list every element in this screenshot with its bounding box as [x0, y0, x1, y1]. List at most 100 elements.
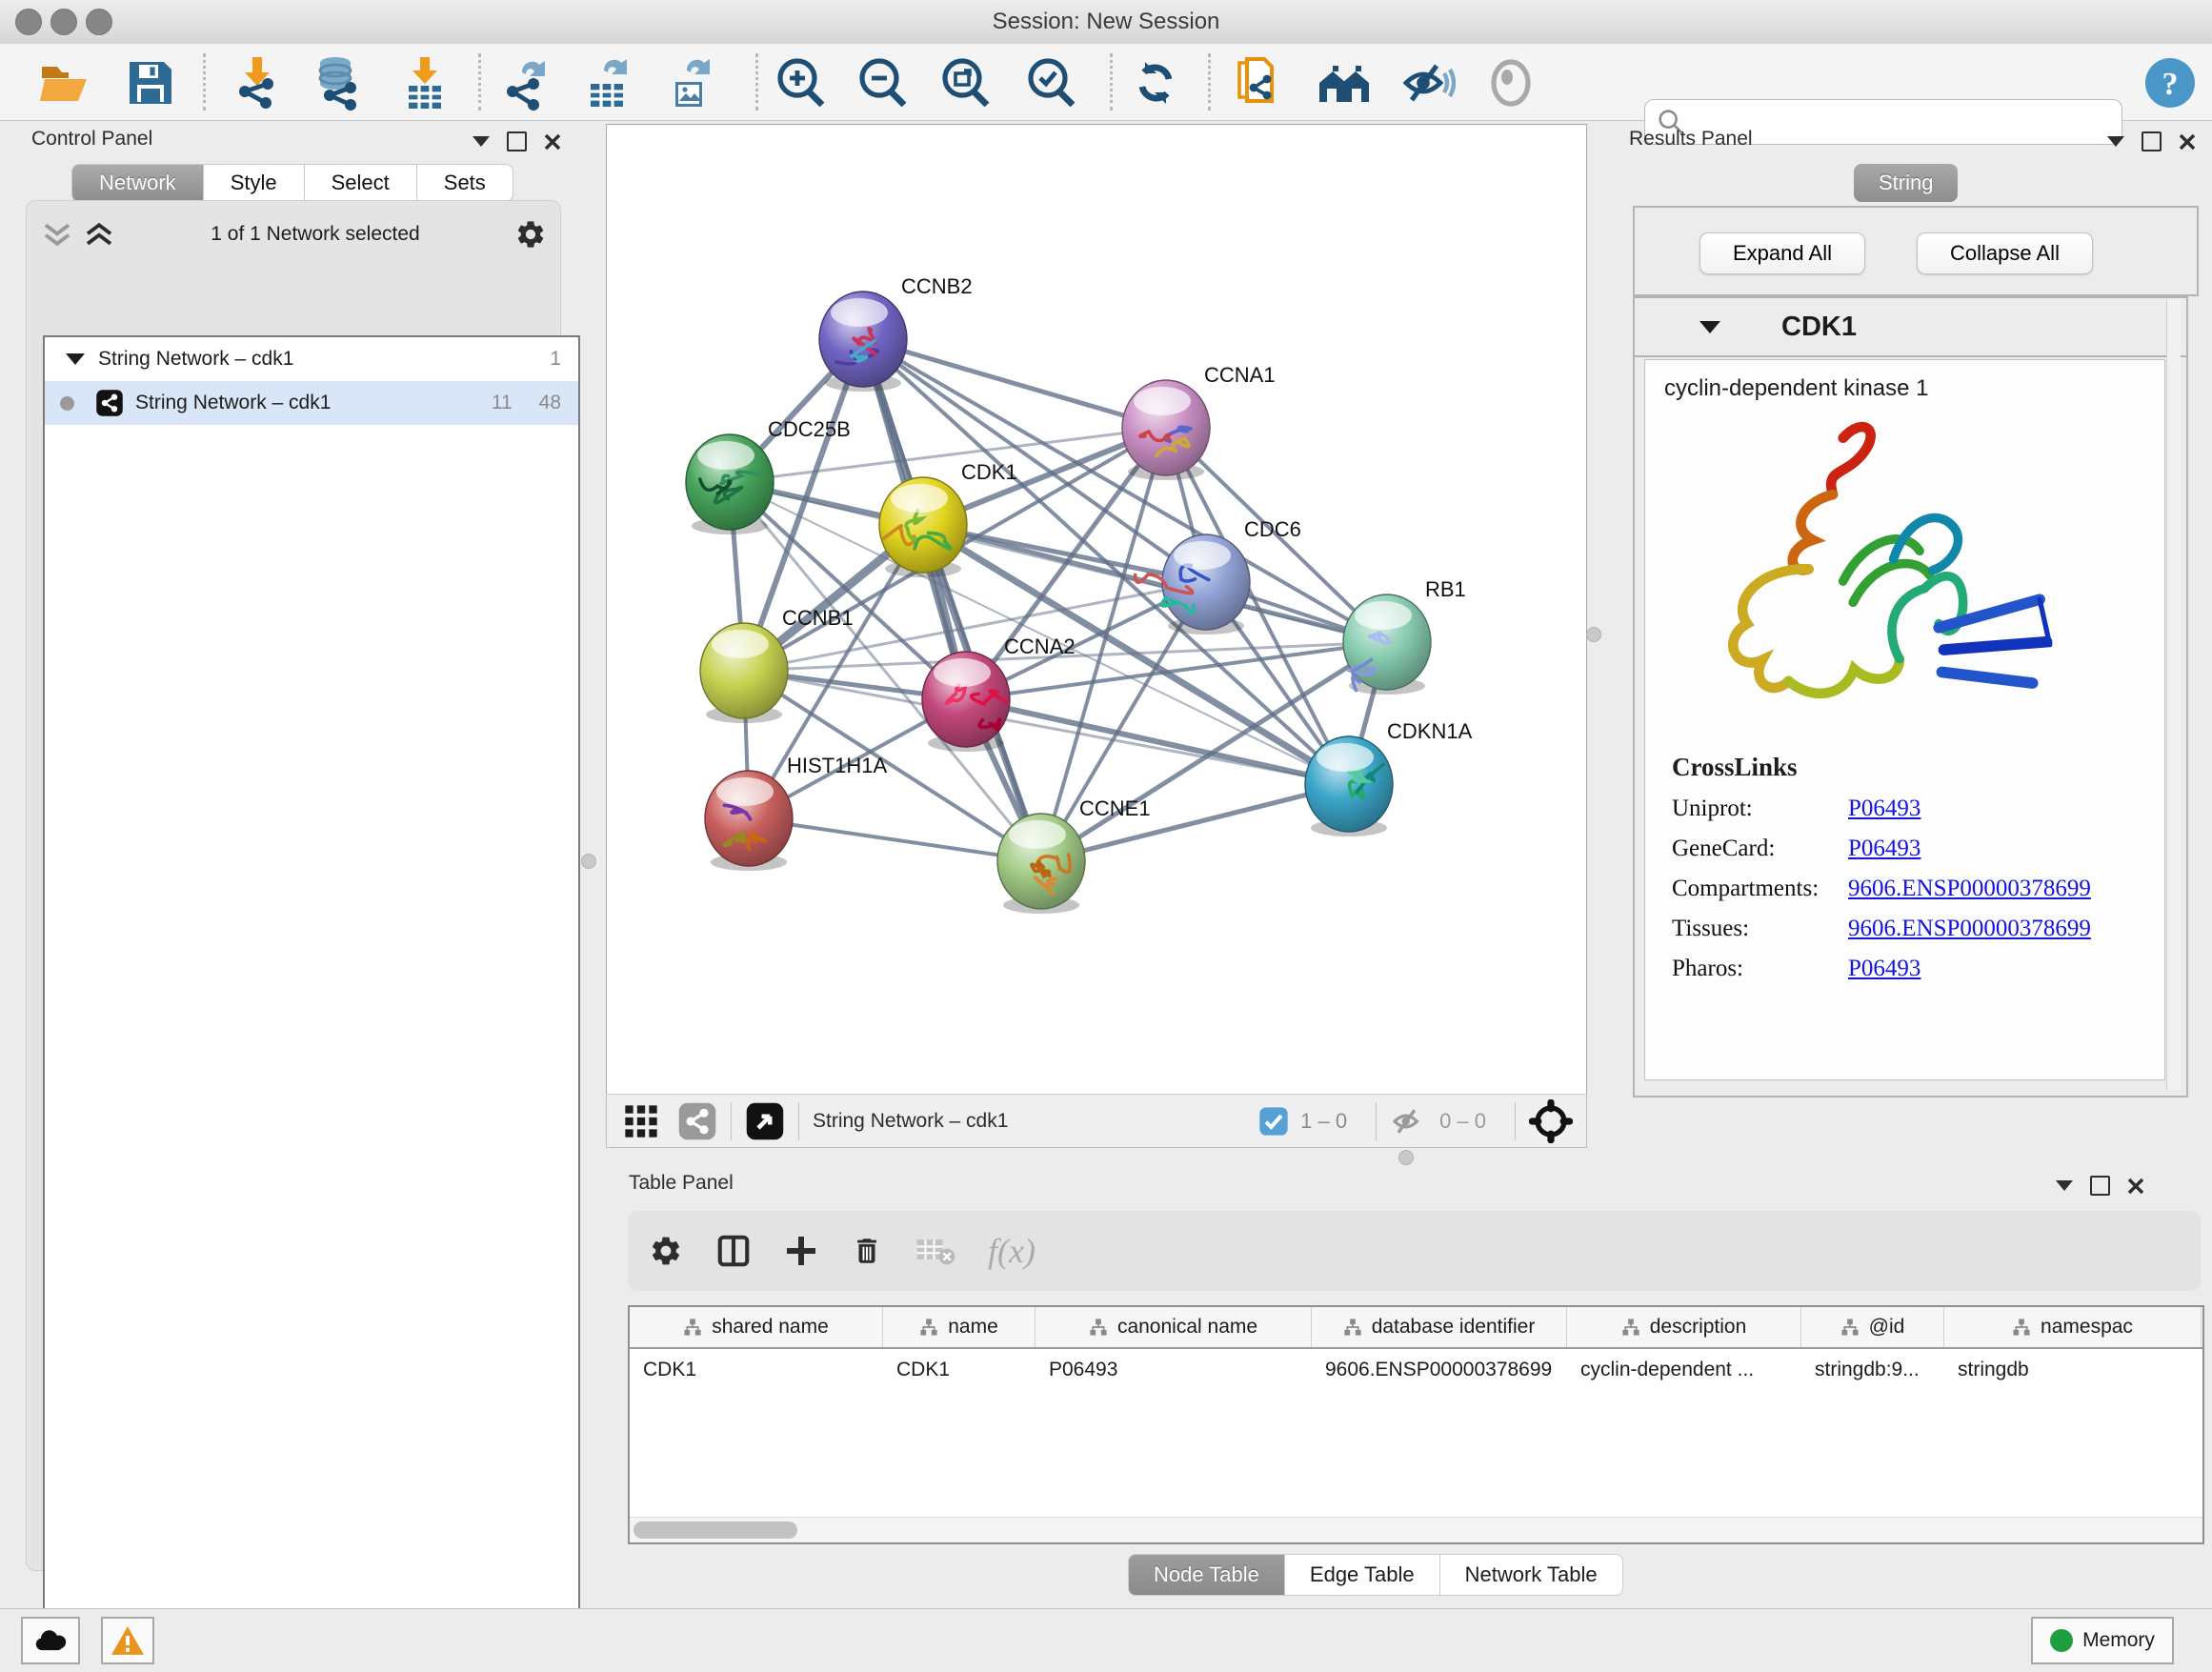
node-CCNB2[interactable]: CCNB2 — [819, 274, 973, 392]
add-column-plus-icon[interactable] — [784, 1234, 818, 1268]
tab-network-table[interactable]: Network Table — [1440, 1554, 1623, 1596]
close-panel-icon[interactable] — [2179, 133, 2196, 151]
crosslink-link[interactable]: 9606.ENSP00000378699 — [1848, 916, 2091, 942]
table-cell[interactable]: cyclin-dependent ... — [1567, 1349, 1801, 1391]
table-cell[interactable]: CDK1 — [883, 1349, 1036, 1391]
crosslink-label: Uniprot: — [1672, 796, 1848, 822]
tab-network[interactable]: Network — [71, 164, 204, 202]
float-panel-icon[interactable] — [2142, 131, 2162, 151]
float-panel-icon[interactable] — [507, 131, 527, 151]
column-type-icon — [2012, 1318, 2031, 1337]
panel-menu-icon[interactable] — [2056, 1180, 2073, 1191]
refresh-button[interactable] — [1125, 55, 1186, 111]
results-scrollbar[interactable] — [2166, 300, 2181, 1090]
right-splitter-handle[interactable] — [1586, 627, 1601, 642]
node-CCNA1[interactable]: CCNA1 — [1122, 363, 1276, 480]
export-table-button[interactable] — [576, 55, 637, 111]
memory-button[interactable]: Memory — [2031, 1617, 2174, 1664]
column-header-name[interactable]: name — [883, 1307, 1036, 1347]
grid-view-icon[interactable] — [622, 1102, 660, 1140]
network-graph[interactable]: CCNB2CCNA1CDC25BCDK1CDC6RB1CCNB1CCNA2CDK… — [607, 125, 1586, 1095]
node-table[interactable]: shared namenamecanonical namedatabase id… — [628, 1305, 2204, 1544]
table-cell[interactable]: 9606.ENSP00000378699 — [1312, 1349, 1567, 1391]
table-cell[interactable]: P06493 — [1036, 1349, 1312, 1391]
export-image-button[interactable] — [659, 55, 720, 111]
column-header-namespac[interactable]: namespac — [1944, 1307, 2202, 1347]
collapse-all-icon[interactable] — [40, 222, 74, 247]
network-canvas[interactable]: CCNB2CCNA1CDC25BCDK1CDC6RB1CCNB1CCNA2CDK… — [606, 124, 1587, 1096]
crosslink-link[interactable]: 9606.ENSP00000378699 — [1848, 876, 2091, 902]
export-network-button[interactable] — [494, 55, 555, 111]
crosslink-link[interactable]: P06493 — [1848, 796, 1920, 822]
warnings-button[interactable] — [101, 1617, 154, 1664]
node-CCNB1[interactable]: CCNB1 — [700, 606, 854, 723]
network-row[interactable]: String Network – cdk1 11 48 — [45, 381, 578, 425]
tab-select[interactable]: Select — [305, 164, 417, 202]
scrollbar-thumb[interactable] — [633, 1521, 797, 1539]
tab-string[interactable]: String — [1854, 164, 1958, 202]
node-HIST1H1A[interactable]: HIST1H1A — [705, 754, 887, 871]
hide-results-eye-icon-button[interactable] — [1398, 55, 1458, 111]
zoom-selected-button[interactable] — [1020, 55, 1081, 111]
fit-content-crosshair-icon[interactable] — [1529, 1099, 1573, 1143]
collection-expand-icon[interactable] — [66, 353, 85, 365]
table-row[interactable]: CDK1CDK1P064939606.ENSP00000378699cyclin… — [630, 1349, 2202, 1391]
tab-sets[interactable]: Sets — [417, 164, 513, 202]
float-panel-icon[interactable] — [2090, 1176, 2110, 1196]
column-header-@id[interactable]: @id — [1801, 1307, 1944, 1347]
network-options-gear-icon[interactable] — [514, 218, 547, 251]
collapse-all-button[interactable]: Collapse All — [1917, 232, 2093, 274]
node-CDKN1A[interactable]: CDKN1A — [1305, 719, 1473, 836]
import-network-database-button[interactable] — [308, 55, 369, 111]
close-panel-icon[interactable] — [2127, 1178, 2144, 1195]
tab-style[interactable]: Style — [204, 164, 305, 202]
zoom-fit-button[interactable] — [935, 55, 995, 111]
network-collection-row[interactable]: String Network – cdk1 1 — [45, 337, 578, 381]
column-header-shared-name[interactable]: shared name — [630, 1307, 883, 1347]
tab-node-table[interactable]: Node Table — [1128, 1554, 1285, 1596]
table-cell[interactable]: stringdb:9... — [1801, 1349, 1944, 1391]
import-table-button[interactable] — [394, 55, 455, 111]
crosslink-link[interactable]: P06493 — [1848, 836, 1920, 862]
close-panel-icon[interactable] — [544, 133, 561, 151]
table-horizontal-scrollbar[interactable] — [630, 1517, 2202, 1542]
table-cell[interactable]: CDK1 — [630, 1349, 883, 1391]
open-session-button[interactable] — [34, 55, 95, 111]
column-header-database-identifier[interactable]: database identifier — [1312, 1307, 1567, 1347]
collapse-gene-icon[interactable] — [1699, 321, 1720, 333]
delete-column-trash-icon[interactable] — [851, 1234, 883, 1268]
cloud-status-button[interactable] — [21, 1617, 80, 1664]
crosslink-link[interactable]: P06493 — [1848, 956, 1920, 982]
zoom-out-button[interactable] — [852, 55, 913, 111]
table-options-gear-icon[interactable] — [649, 1234, 683, 1268]
panel-menu-icon[interactable] — [473, 136, 490, 147]
show-results-eye-icon-button[interactable] — [1480, 55, 1541, 111]
hidden-eye-icon[interactable] — [1390, 1105, 1428, 1138]
column-type-icon — [1621, 1318, 1640, 1337]
show-columns-icon[interactable] — [715, 1233, 752, 1269]
birds-eye-view-icon[interactable] — [745, 1101, 785, 1141]
expand-all-icon[interactable] — [82, 222, 116, 247]
edge-CCNB2-CCNE1[interactable] — [863, 339, 1041, 861]
string-home-icon-button[interactable] — [1314, 55, 1375, 111]
crosslinks-list: Uniprot:P06493GeneCard:P06493Compartment… — [1645, 796, 2164, 982]
expand-all-button[interactable]: Expand All — [1699, 232, 1865, 274]
selected-checkbox-icon[interactable] — [1258, 1106, 1289, 1137]
share-document-button[interactable] — [1229, 55, 1290, 111]
left-splitter-handle[interactable] — [581, 854, 596, 869]
panel-menu-icon[interactable] — [2107, 136, 2124, 147]
import-network-file-button[interactable] — [227, 55, 288, 111]
column-header-canonical-name[interactable]: canonical name — [1036, 1307, 1312, 1347]
tab-edge-table[interactable]: Edge Table — [1285, 1554, 1440, 1596]
gene-section-header[interactable]: CDK1 — [1635, 298, 2186, 357]
save-session-button[interactable] — [120, 55, 181, 111]
control-panel-title: Control Panel — [31, 128, 152, 151]
edge-CCNA2-CDKN1A[interactable] — [966, 699, 1349, 784]
node-RB1[interactable]: RB1 — [1343, 577, 1466, 695]
network-view-icon[interactable] — [677, 1101, 717, 1141]
zoom-in-button[interactable] — [770, 55, 831, 111]
column-header-description[interactable]: description — [1567, 1307, 1801, 1347]
table-cell[interactable]: stringdb — [1944, 1349, 2202, 1391]
help-button[interactable]: ? — [2140, 55, 2201, 111]
edge-CCNB2-CCNA1[interactable] — [863, 339, 1166, 428]
